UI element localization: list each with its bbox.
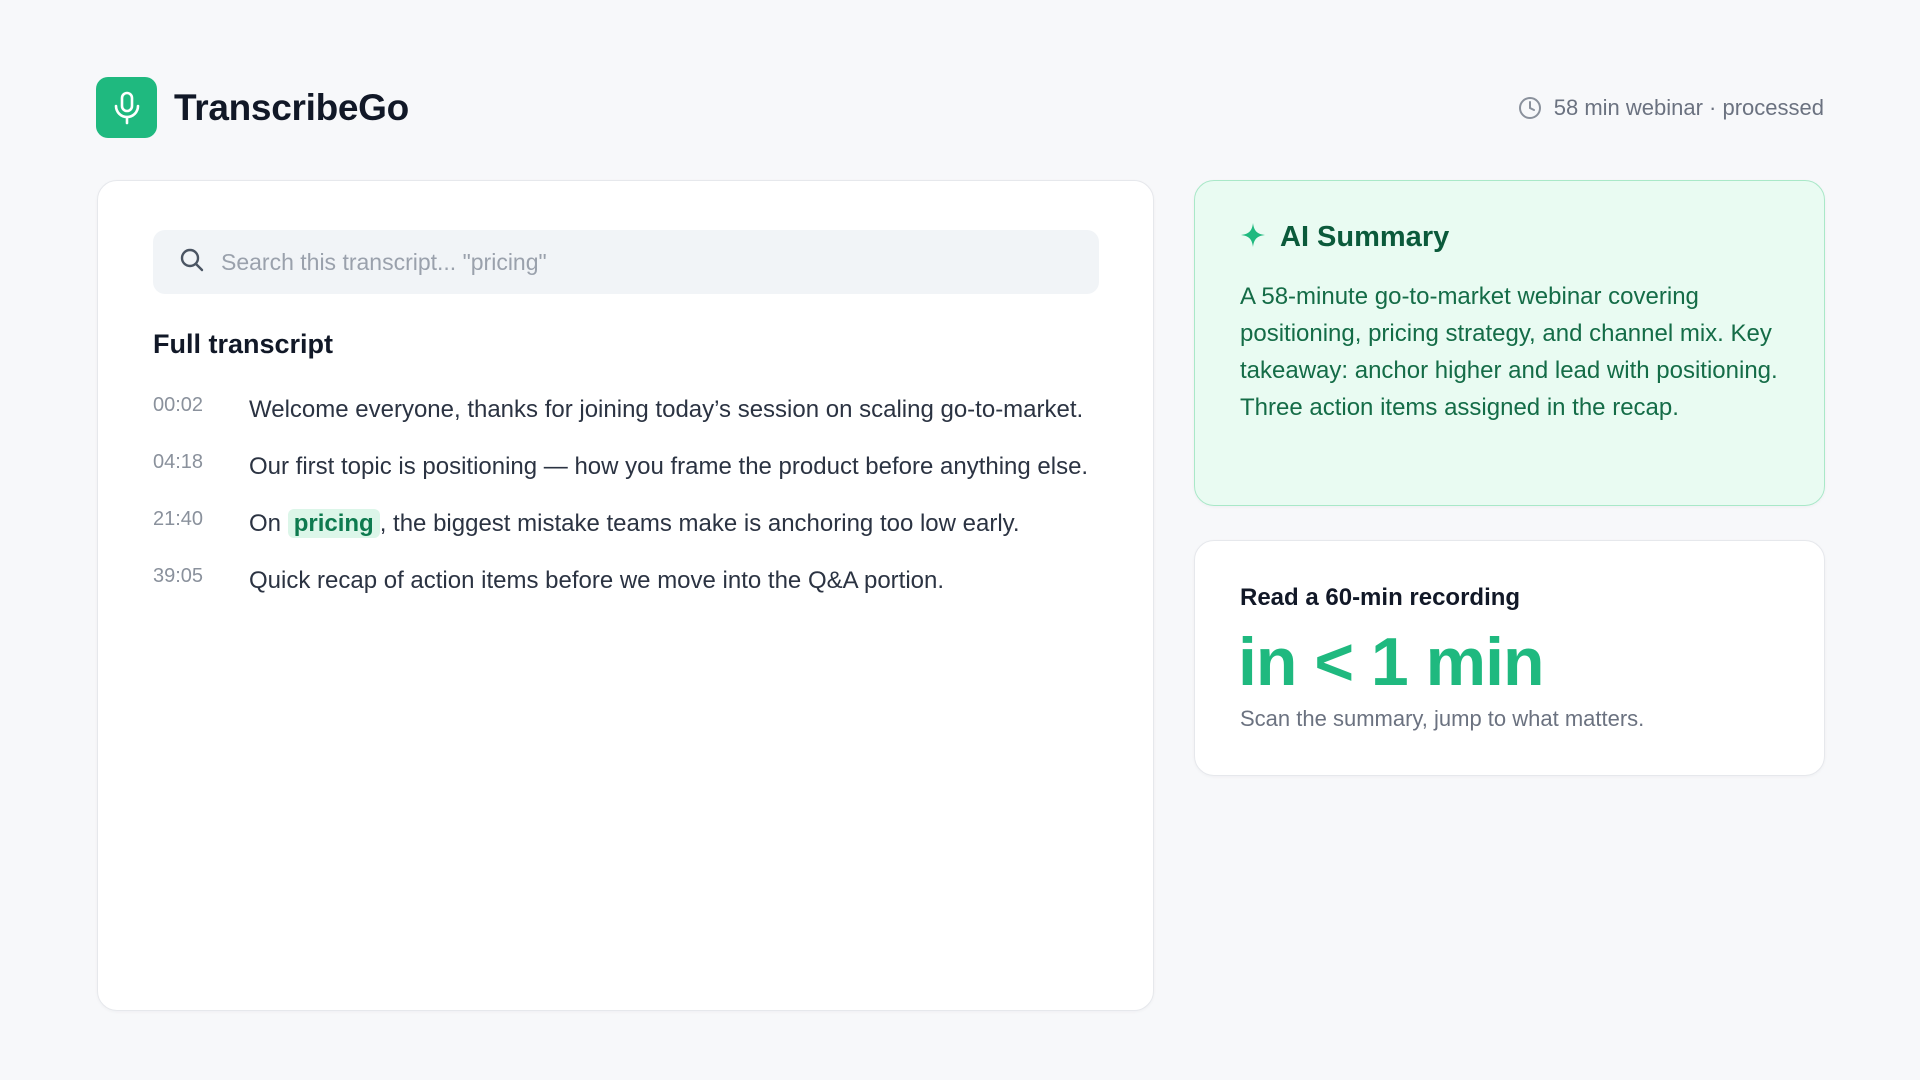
processing-status: 58 min webinar · processed xyxy=(1518,95,1824,121)
transcript-text: Welcome everyone, thanks for joining tod… xyxy=(249,396,1084,423)
stat-label: Read a 60-min recording xyxy=(1240,584,1521,611)
transcript-heading: Full transcript xyxy=(153,329,334,359)
transcript-line[interactable]: 21:40 On pricing, the biggest mistake te… xyxy=(153,505,1099,542)
speed-stat-card: Read a 60-min recording in < 1 min Scan … xyxy=(1194,540,1825,776)
transcript-line[interactable]: 39:05 Quick recap of action items before… xyxy=(153,562,1099,599)
timestamp[interactable]: 04:18 xyxy=(153,448,249,485)
timestamp[interactable]: 00:02 xyxy=(153,391,249,428)
transcript-text: Quick recap of action items before we mo… xyxy=(249,567,945,594)
clock-icon xyxy=(1518,96,1542,120)
transcript-search[interactable] xyxy=(153,230,1099,294)
ai-summary-panel: AI Summary A 58-minute go-to-market webi… xyxy=(1194,180,1825,506)
search-input[interactable] xyxy=(221,248,1081,276)
search-highlight: pricing xyxy=(287,509,380,538)
sparkle-icon xyxy=(1240,222,1266,253)
microphone-icon xyxy=(96,77,157,138)
text-before-highlight: On xyxy=(249,510,282,537)
search-icon xyxy=(179,247,205,278)
summary-header: AI Summary xyxy=(1240,221,1449,254)
transcript-line[interactable]: 00:02 Welcome everyone, thanks for joini… xyxy=(153,391,1099,428)
stat-subtext: Scan the summary, jump to what matters. xyxy=(1240,706,1645,731)
text-after-highlight: , the biggest mistake teams make is anch… xyxy=(379,510,1020,537)
timestamp[interactable]: 21:40 xyxy=(153,505,249,542)
stat-value: in < 1 min xyxy=(1238,624,1545,700)
transcript-lines: 00:02 Welcome everyone, thanks for joini… xyxy=(153,391,1099,619)
summary-title: AI Summary xyxy=(1280,221,1450,253)
transcript-panel: Full transcript 00:02 Welcome everyone, … xyxy=(97,180,1154,1011)
app-header: TranscribeGo 58 min webinar · processed xyxy=(96,77,1824,138)
summary-text: A 58-minute go-to-market webinar coverin… xyxy=(1240,283,1778,421)
transcript-line[interactable]: 04:18 Our first topic is positioning — h… xyxy=(153,448,1099,485)
app-name: TranscribeGo xyxy=(174,86,409,128)
timestamp[interactable]: 39:05 xyxy=(153,562,249,599)
transcript-text: Our first topic is positioning — how you… xyxy=(249,453,1089,480)
status-text: 58 min webinar · processed xyxy=(1553,94,1824,120)
transcript-text: On pricing, the biggest mistake teams ma… xyxy=(249,505,1020,542)
brand[interactable]: TranscribeGo xyxy=(96,77,409,138)
